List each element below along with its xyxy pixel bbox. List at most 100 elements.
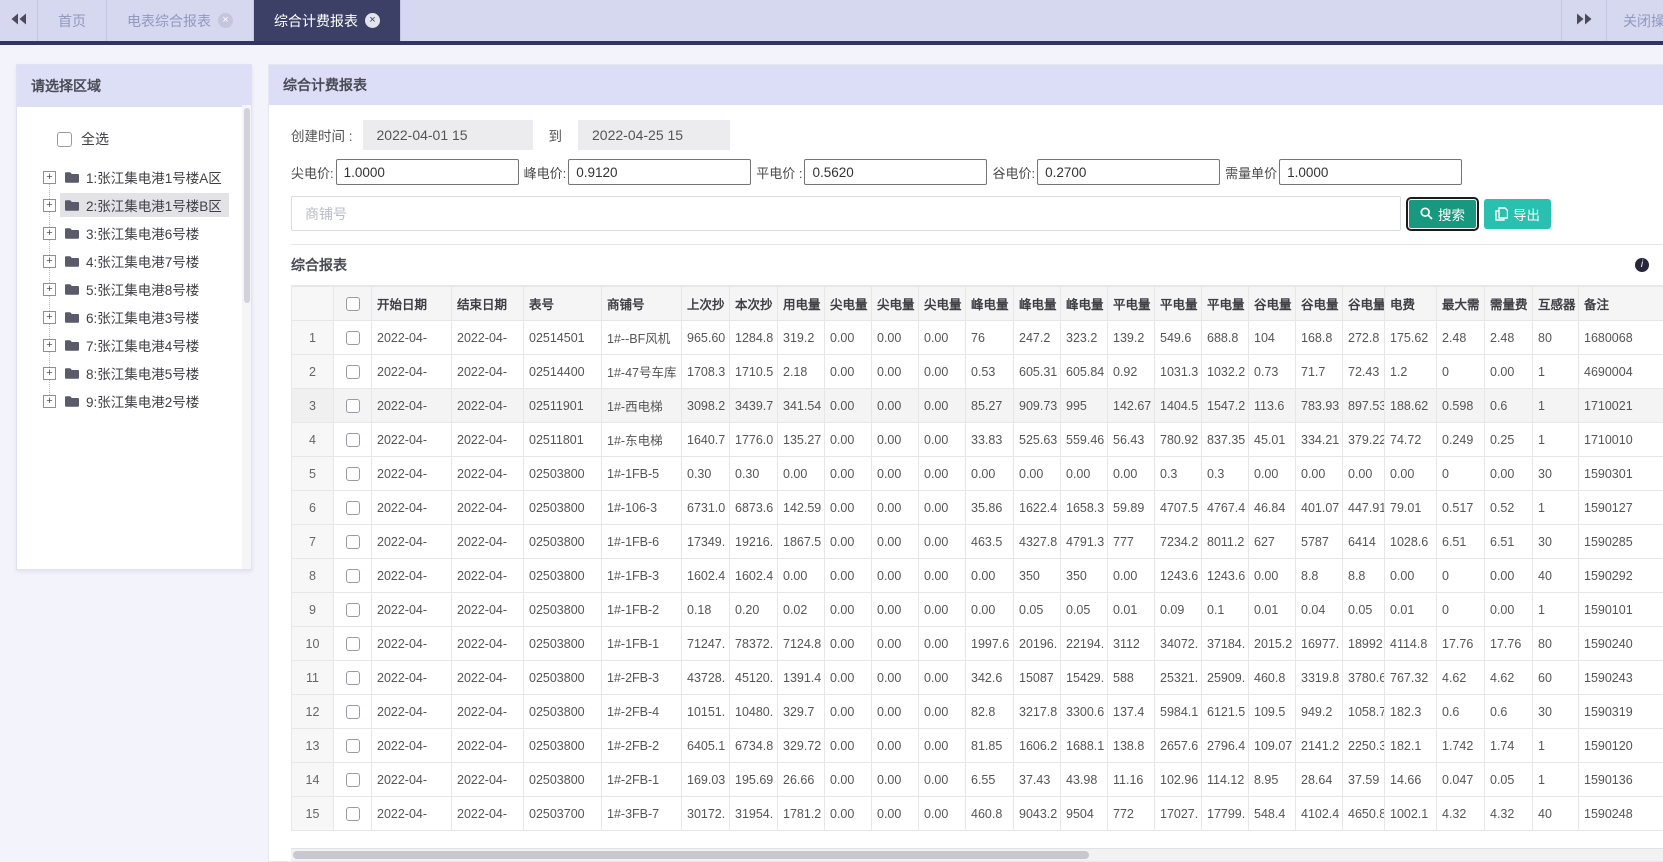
expand-plus-icon[interactable]: + xyxy=(43,394,56,408)
price-input-5[interactable] xyxy=(1279,159,1463,185)
table-row[interactable]: 13 2022-04- 2022-04- 02503800 1#-2FB-2 6405.1… xyxy=(291,728,1663,763)
column-header[interactable]: 上次抄 xyxy=(681,286,730,321)
column-header[interactable]: 商铺号 xyxy=(601,286,682,321)
expand-plus-icon[interactable]: + xyxy=(43,366,56,380)
tree-node[interactable]: 2:张江集电港1号楼B区 xyxy=(60,193,229,217)
table-row[interactable]: 15 2022-04- 2022-04- 02503700 1#-3FB-7 30172.… xyxy=(291,796,1663,831)
column-header[interactable]: 平电量 xyxy=(1201,286,1249,321)
column-header[interactable]: 开始日期 xyxy=(371,286,452,321)
tree-node[interactable]: 9:张江集电港2号楼 xyxy=(60,389,206,413)
column-header[interactable]: 电费 xyxy=(1384,286,1437,321)
tree-item-2[interactable]: +2:张江集电港1号楼B区 xyxy=(43,191,241,219)
tree-node[interactable]: 7:张江集电港4号楼 xyxy=(60,333,206,357)
date-from-input[interactable] xyxy=(362,120,533,150)
expand-plus-icon[interactable]: + xyxy=(43,254,56,268)
table-row[interactable]: 1 2022-04- 2022-04- 02514501 1#--BF风机 965.60 1… xyxy=(291,320,1663,355)
expand-plus-icon[interactable]: + xyxy=(43,170,56,184)
table-row[interactable]: 8 2022-04- 2022-04- 02503800 1#-1FB-3 1602.4 1… xyxy=(291,558,1663,593)
row-checkbox[interactable] xyxy=(345,534,360,549)
table-row[interactable]: 3 2022-04- 2022-04- 02511901 1#-西电梯 3098.2 343… xyxy=(291,388,1663,423)
tree-node[interactable]: 1:张江集电港1号楼A区 xyxy=(60,165,229,189)
column-header[interactable]: 峰电量 xyxy=(1060,286,1108,321)
close-operations-menu[interactable]: 关闭操作 xyxy=(1607,0,1663,41)
column-header[interactable]: 互感器 xyxy=(1532,286,1579,321)
row-checkbox[interactable] xyxy=(345,432,360,447)
table-row[interactable]: 2 2022-04- 2022-04- 02514400 1#-47号车库 1708.3 1… xyxy=(291,354,1663,389)
column-header[interactable]: 谷电量 xyxy=(1248,286,1296,321)
horizontal-scrollbar[interactable] xyxy=(291,848,1663,861)
column-header[interactable]: 尖电量 xyxy=(824,286,872,321)
expand-plus-icon[interactable]: + xyxy=(43,338,56,352)
tree-item-8[interactable]: +8:张江集电港5号楼 xyxy=(43,359,241,387)
column-header[interactable]: 谷电量 xyxy=(1295,286,1343,321)
horizontal-scrollbar-thumb[interactable] xyxy=(293,851,1089,859)
tree-item-4[interactable]: +4:张江集电港7号楼 xyxy=(43,247,241,275)
export-button[interactable]: 导出 xyxy=(1484,198,1551,229)
expand-plus-icon[interactable]: + xyxy=(43,226,56,240)
row-checkbox[interactable] xyxy=(345,806,360,821)
tree-item-9[interactable]: +9:张江集电港2号楼 xyxy=(43,387,241,415)
expand-plus-icon[interactable]: + xyxy=(43,198,56,212)
table-row[interactable]: 4 2022-04- 2022-04- 02511801 1#-东电梯 1640.7 177… xyxy=(291,422,1663,457)
price-input-3[interactable] xyxy=(804,159,988,185)
tab-1[interactable]: 首页 xyxy=(38,0,107,41)
sidebar-scrollbar-thumb[interactable] xyxy=(244,108,250,303)
column-header[interactable]: 平电量 xyxy=(1107,286,1155,321)
select-all-rows-checkbox[interactable] xyxy=(345,296,360,311)
tree-item-7[interactable]: +7:张江集电港4号楼 xyxy=(43,331,241,359)
tab-3[interactable]: 综合计费报表 × xyxy=(254,0,401,41)
price-input-4[interactable] xyxy=(1037,159,1221,185)
row-checkbox[interactable] xyxy=(345,738,360,753)
column-header[interactable]: 谷电量 xyxy=(1342,286,1385,321)
row-checkbox[interactable] xyxy=(345,466,360,481)
price-input-1[interactable] xyxy=(335,159,519,185)
select-all-checkbox[interactable] xyxy=(57,131,72,147)
row-checkbox[interactable] xyxy=(345,330,360,345)
table-row[interactable]: 10 2022-04- 2022-04- 02503800 1#-1FB-1 71247.… xyxy=(291,626,1663,661)
info-icon[interactable]: i xyxy=(1635,258,1649,272)
select-all-row[interactable]: 全选 xyxy=(57,129,241,149)
column-header[interactable]: 峰电量 xyxy=(965,286,1014,321)
column-header[interactable]: 用电量 xyxy=(777,286,825,321)
table-row[interactable]: 11 2022-04- 2022-04- 02503800 1#-2FB-3 43728.… xyxy=(291,660,1663,695)
table-row[interactable]: 5 2022-04- 2022-04- 02503800 1#-1FB-5 0.30 0.3… xyxy=(291,456,1663,491)
column-header[interactable]: 表号 xyxy=(523,286,602,321)
price-input-2[interactable] xyxy=(568,159,752,185)
expand-plus-icon[interactable]: + xyxy=(43,310,56,324)
search-button[interactable]: 搜索 xyxy=(1406,196,1479,231)
column-header[interactable]: 结束日期 xyxy=(451,286,524,321)
shop-number-input[interactable] xyxy=(291,196,1401,231)
column-header[interactable]: 尖电量 xyxy=(871,286,919,321)
tree-node[interactable]: 8:张江集电港5号楼 xyxy=(60,361,206,385)
tree-node[interactable]: 5:张江集电港8号楼 xyxy=(60,277,206,301)
table-row[interactable]: 14 2022-04- 2022-04- 02503800 1#-2FB-1 169.03… xyxy=(291,762,1663,797)
column-header[interactable]: 需量费 xyxy=(1484,286,1533,321)
collapse-tabs-button[interactable] xyxy=(0,0,38,41)
table-row[interactable]: 9 2022-04- 2022-04- 02503800 1#-1FB-2 0.18 0.2… xyxy=(291,592,1663,627)
column-header[interactable]: 尖电量 xyxy=(918,286,966,321)
table-row[interactable]: 6 2022-04- 2022-04- 02503800 1#-106-3 6731.0 6… xyxy=(291,490,1663,525)
column-header[interactable]: 平电量 xyxy=(1154,286,1202,321)
tab-close-icon[interactable]: × xyxy=(365,13,380,28)
tree-item-1[interactable]: +1:张江集电港1号楼A区 xyxy=(43,163,241,191)
row-checkbox[interactable] xyxy=(345,704,360,719)
row-checkbox[interactable] xyxy=(345,500,360,515)
tree-item-6[interactable]: +6:张江集电港3号楼 xyxy=(43,303,241,331)
sidebar-scrollbar[interactable] xyxy=(242,105,251,569)
expand-plus-icon[interactable]: + xyxy=(43,282,56,296)
tree-node[interactable]: 4:张江集电港7号楼 xyxy=(60,249,206,273)
row-checkbox[interactable] xyxy=(345,772,360,787)
tree-item-3[interactable]: +3:张江集电港6号楼 xyxy=(43,219,241,247)
column-header[interactable]: 备注 xyxy=(1578,286,1663,321)
row-checkbox[interactable] xyxy=(345,670,360,685)
tab-2[interactable]: 电表综合报表 × xyxy=(107,0,254,41)
row-checkbox[interactable] xyxy=(345,364,360,379)
tab-close-icon[interactable]: × xyxy=(218,13,233,28)
tree-item-5[interactable]: +5:张江集电港8号楼 xyxy=(43,275,241,303)
tree-node[interactable]: 3:张江集电港6号楼 xyxy=(60,221,206,245)
table-row[interactable]: 7 2022-04- 2022-04- 02503800 1#-1FB-6 17349. 1… xyxy=(291,524,1663,559)
tree-node[interactable]: 6:张江集电港3号楼 xyxy=(60,305,206,329)
column-header[interactable]: 本次抄 xyxy=(729,286,778,321)
expand-tabs-button[interactable] xyxy=(1561,0,1607,41)
row-checkbox[interactable] xyxy=(345,602,360,617)
